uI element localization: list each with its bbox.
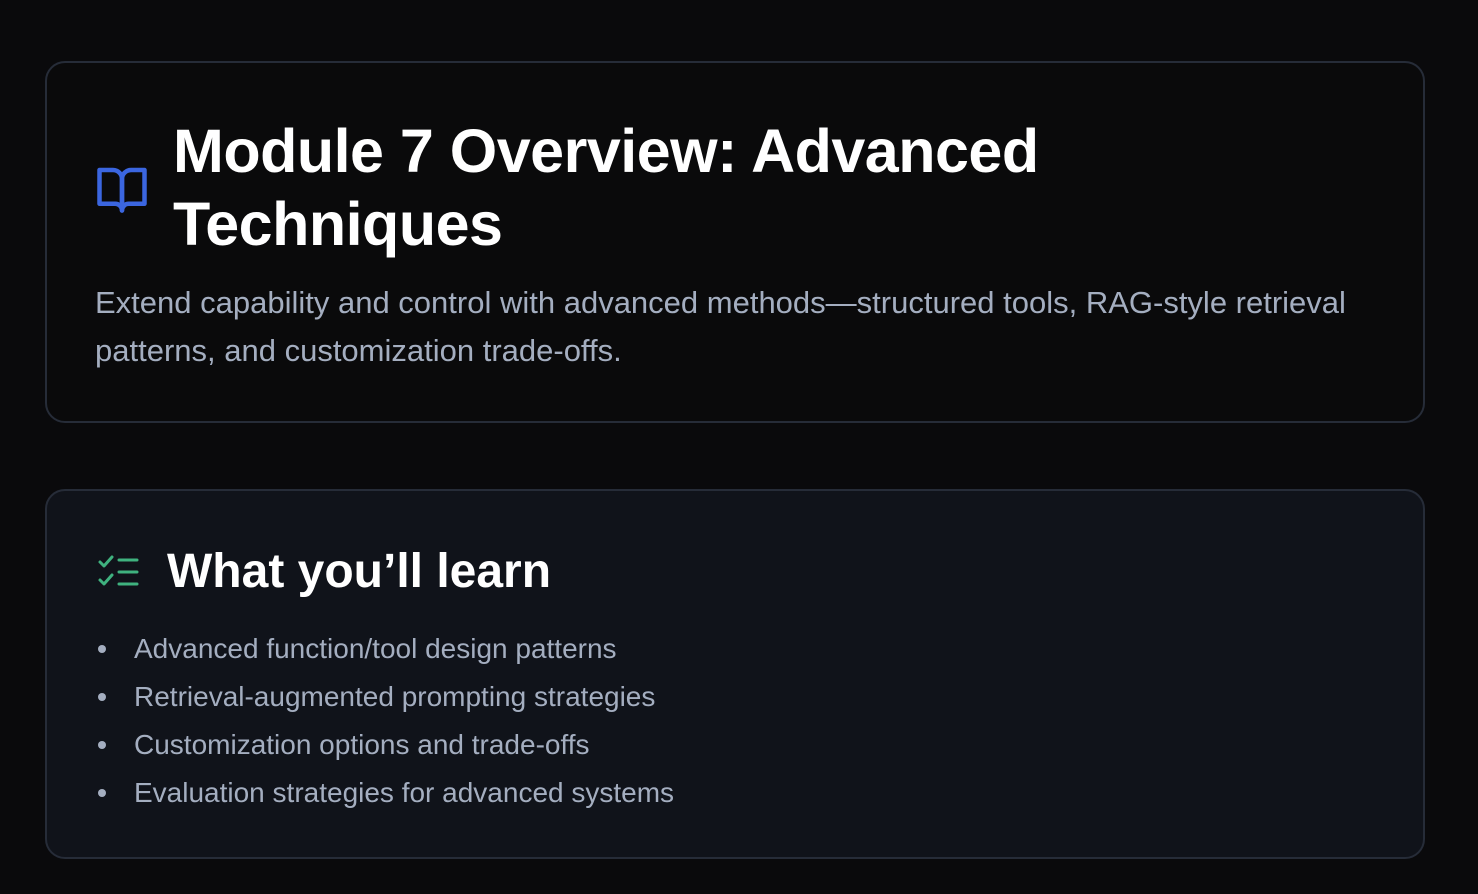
list-item-text: Evaluation strategies for advanced syste… xyxy=(134,777,675,808)
list-item-text: Advanced function/tool design patterns xyxy=(134,633,617,664)
list-item-text: Customization options and trade-offs xyxy=(134,729,590,760)
learning-objectives-list: Advanced function/tool design patterns R… xyxy=(95,625,674,817)
section-title: What you’ll learn xyxy=(167,545,552,598)
bullet-icon xyxy=(98,645,106,653)
overview-card: Module 7 Overview: Advanced Techniques E… xyxy=(45,61,1425,423)
list-item: Customization options and trade-offs xyxy=(95,721,674,769)
book-open-icon xyxy=(97,167,147,213)
bullet-icon xyxy=(98,789,106,797)
learning-objectives-header: What you’ll learn xyxy=(97,543,551,601)
module-description: Extend capability and control with advan… xyxy=(95,285,1346,368)
page-title: Module 7 Overview: Advanced Techniques xyxy=(173,117,1039,258)
list-item: Evaluation strategies for advanced syste… xyxy=(95,769,674,817)
list-item: Retrieval-augmented prompting strategies xyxy=(95,673,674,721)
learning-objectives-card: What you’ll learn Advanced function/tool… xyxy=(45,489,1425,859)
bullet-icon xyxy=(98,741,106,749)
list-checks-icon xyxy=(98,555,139,586)
bullet-icon xyxy=(98,693,106,701)
list-item: Advanced function/tool design patterns xyxy=(95,625,674,673)
list-item-text: Retrieval-augmented prompting strategies xyxy=(134,681,656,712)
overview-header: Module 7 Overview: Advanced Techniques xyxy=(95,115,1133,261)
